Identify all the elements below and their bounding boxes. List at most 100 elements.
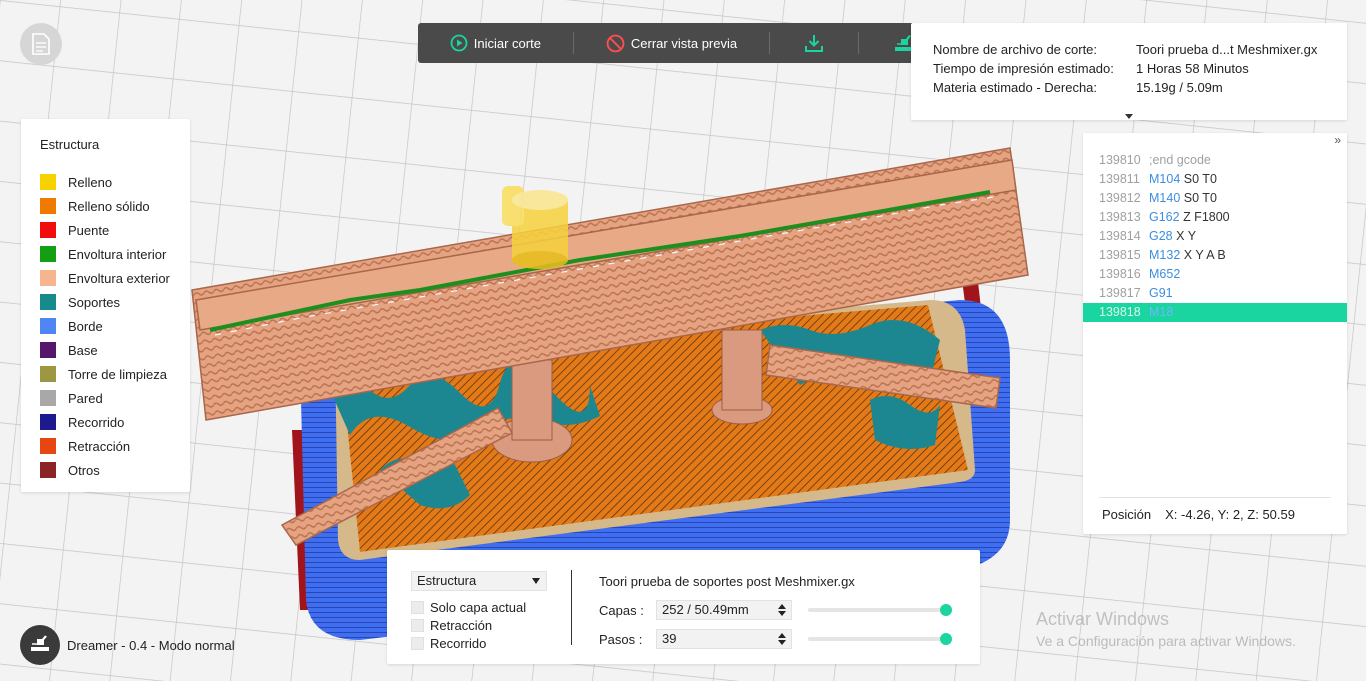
checkbox-current-layer-only[interactable]: Solo capa actual xyxy=(411,600,526,615)
info-value: 1 Horas 58 Minutos xyxy=(1136,61,1249,76)
gcode-line[interactable]: 139811 M104 S0 T0 xyxy=(1083,170,1347,189)
printer-icon[interactable] xyxy=(20,625,60,665)
steps-label: Pasos : xyxy=(599,632,643,647)
legend-item: Retracción xyxy=(40,434,190,458)
legend-item: Otros xyxy=(40,458,190,482)
layers-slider[interactable] xyxy=(808,604,952,616)
legend-label: Puente xyxy=(68,222,110,238)
legend-item: Recorrido xyxy=(40,410,190,434)
gcode-args: S0 T0 xyxy=(1183,172,1217,186)
machine-label: Dreamer - 0.4 - Modo normal xyxy=(67,638,235,653)
gcode-line[interactable]: 139810 ;end gcode xyxy=(1083,151,1347,170)
legend-item: Borde xyxy=(40,314,190,338)
gcode-num: 139811 xyxy=(1099,172,1140,186)
start-slicing-button[interactable]: Iniciar corte xyxy=(418,23,573,63)
gcode-cmd: M140 xyxy=(1149,191,1181,205)
gcode-line[interactable]: 139817 G91 xyxy=(1083,284,1347,303)
stepper-down-icon[interactable] xyxy=(778,611,786,616)
activation-watermark-subtitle: Ve a Configuración para activar Windows. xyxy=(1036,633,1296,649)
legend-swatch xyxy=(40,318,56,334)
gcode-line[interactable]: 139816 M652 xyxy=(1083,265,1347,284)
gcode-args: S0 T0 xyxy=(1183,191,1217,205)
legend-label: Soportes xyxy=(68,294,121,310)
info-row-material: Materia estimado - Derecha: 15.19g / 5.0… xyxy=(933,78,1347,97)
divider xyxy=(571,570,572,645)
slice-info-card: Nombre de archivo de corte: Toori prueba… xyxy=(911,23,1347,120)
gcode-panel: » 139810 ;end gcode 139811 M104 S0 T0 139812… xyxy=(1083,133,1347,534)
gcode-list[interactable]: 139810 ;end gcode 139811 M104 S0 T0 139812 M1… xyxy=(1083,151,1347,322)
stepper-up-icon[interactable] xyxy=(778,604,786,609)
legend-item: Relleno sólido xyxy=(40,194,190,218)
gcode-num: 139818 xyxy=(1099,305,1141,319)
view-mode-value: Estructura xyxy=(417,573,477,588)
checkbox-label: Retracción xyxy=(430,618,493,633)
legend-label: Borde xyxy=(68,318,103,334)
legend-swatch xyxy=(40,438,56,454)
stepper-down-icon[interactable] xyxy=(778,640,786,645)
legend-item: Base xyxy=(40,338,190,362)
legend-title: Estructura xyxy=(40,137,100,152)
checkbox-label: Recorrido xyxy=(430,636,487,651)
position-label: Posición xyxy=(1102,507,1152,522)
gcode-num: 139812 xyxy=(1099,191,1141,205)
preview-controls-panel: Estructura Solo capa actual Retracción R… xyxy=(387,550,980,664)
gcode-cmd: G162 xyxy=(1149,210,1180,224)
legend-label: Recorrido xyxy=(68,414,125,430)
checkbox[interactable] xyxy=(411,637,424,650)
legend-label: Torre de limpieza xyxy=(68,366,167,382)
legend-item: Torre de limpieza xyxy=(40,362,190,386)
gcode-args: X Y A B xyxy=(1183,248,1226,262)
gcode-cmd: M104 xyxy=(1149,172,1181,186)
checkbox-retraction[interactable]: Retracción xyxy=(411,618,492,633)
legend-item: Envoltura exterior xyxy=(40,266,190,290)
gcode-line[interactable]: 139813 G162 Z F1800 xyxy=(1083,208,1347,227)
gcode-line[interactable]: 139814 G28 X Y xyxy=(1083,227,1347,246)
info-value: Toori prueba d...t Meshmixer.gx xyxy=(1136,42,1318,57)
gcode-cmd: G91 xyxy=(1149,286,1173,300)
gcode-cmd: G28 xyxy=(1149,229,1173,243)
legend-label: Otros xyxy=(68,462,100,478)
file-name: Toori prueba de soportes post Meshmixer.… xyxy=(599,574,855,589)
checkbox[interactable] xyxy=(411,619,424,632)
gcode-cmd: M18 xyxy=(1149,305,1174,319)
checkbox[interactable] xyxy=(411,601,424,614)
steps-value: 39 xyxy=(662,631,677,646)
gcode-line[interactable]: 139812 M140 S0 T0 xyxy=(1083,189,1347,208)
checkbox-label: Solo capa actual xyxy=(430,600,527,615)
slider-handle[interactable] xyxy=(940,633,952,645)
layers-stepper[interactable]: 252 / 50.49mm xyxy=(656,600,792,620)
gcode-line[interactable]: 139818 M18 xyxy=(1083,303,1347,322)
legend-swatch xyxy=(40,342,56,358)
gcode-num: 139816 xyxy=(1099,267,1141,281)
legend-label: Envoltura exterior xyxy=(68,270,170,286)
slider-handle[interactable] xyxy=(940,604,952,616)
info-key: Materia estimado - Derecha: xyxy=(933,80,1098,95)
legend-label: Relleno sólido xyxy=(68,198,150,214)
structure-legend: Estructura Relleno Relleno sólido Puente En… xyxy=(21,119,190,492)
steps-stepper[interactable]: 39 xyxy=(656,629,792,649)
divider xyxy=(1099,497,1331,498)
gcode-num: 139810 xyxy=(1099,153,1141,167)
export-button[interactable] xyxy=(770,23,858,63)
close-preview-button[interactable]: Cerrar vista previa xyxy=(574,23,770,63)
legend-label: Base xyxy=(68,342,98,358)
legend-swatch xyxy=(40,294,56,310)
expand-info-arrow-icon[interactable] xyxy=(1125,114,1133,119)
gcode-num: 139817 xyxy=(1099,286,1141,300)
gcode-line[interactable]: 139815 M132 X Y A B xyxy=(1083,246,1347,265)
gcode-cmd: M132 xyxy=(1149,248,1181,262)
checkbox-travel[interactable]: Recorrido xyxy=(411,636,486,651)
info-key: Tiempo de impresión estimado: xyxy=(933,61,1114,76)
legend-item: Relleno xyxy=(40,170,190,194)
info-row-print-time: Tiempo de impresión estimado: 1 Horas 58… xyxy=(933,59,1347,78)
view-mode-select[interactable]: Estructura xyxy=(411,571,547,591)
legend-label: Envoltura interior xyxy=(68,246,167,262)
steps-slider[interactable] xyxy=(808,633,952,645)
position-value: X: -4.26, Y: 2, Z: 50.59 xyxy=(1165,507,1295,522)
stepper-up-icon[interactable] xyxy=(778,633,786,638)
info-row-filename: Nombre de archivo de corte: Toori prueba… xyxy=(933,40,1347,59)
gcode-cmd: M652 xyxy=(1149,267,1181,281)
legend-swatch xyxy=(40,390,56,406)
document-icon[interactable] xyxy=(20,23,62,65)
collapse-panel-icon[interactable]: » xyxy=(1334,133,1341,147)
